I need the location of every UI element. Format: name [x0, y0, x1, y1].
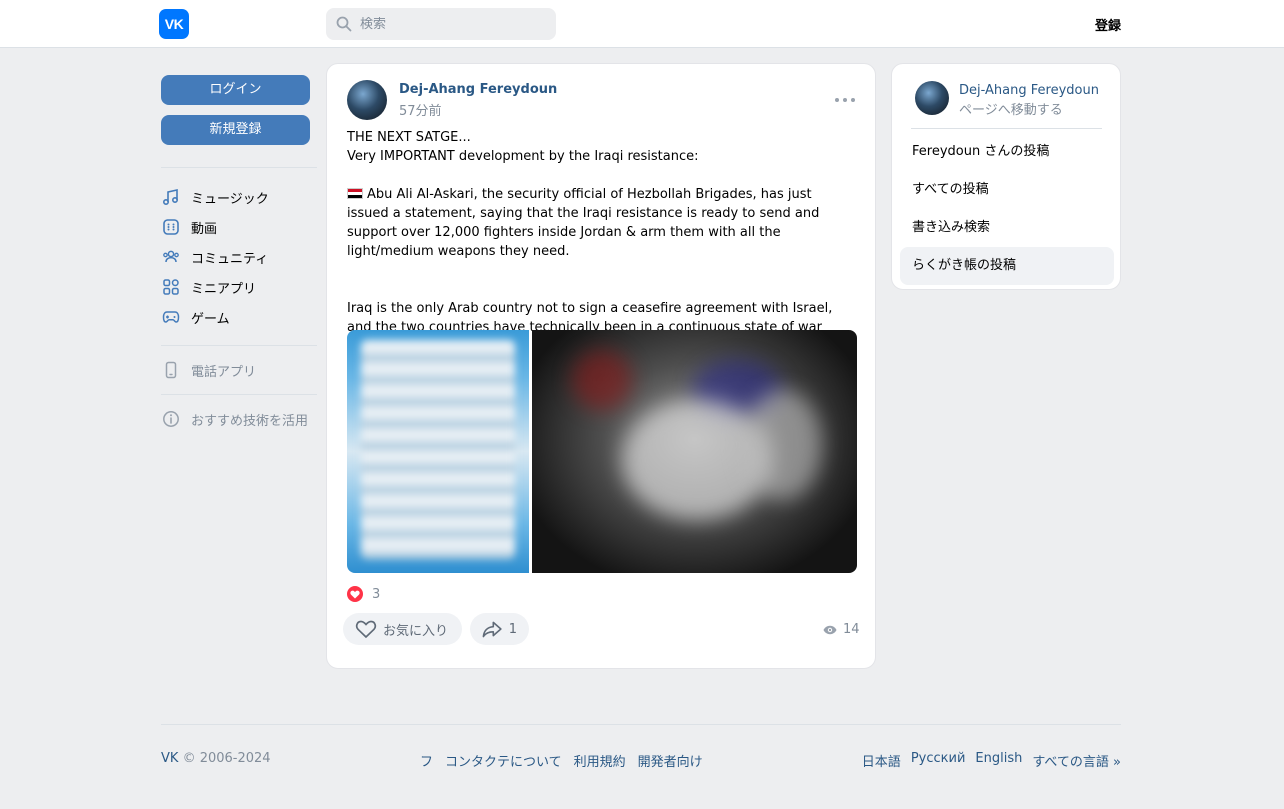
- sidebar-divider: [161, 167, 317, 168]
- language-japanese[interactable]: 日本語: [862, 751, 901, 770]
- menu-item-all-posts[interactable]: すべての投稿: [900, 171, 1114, 209]
- copyright-text: © 2006-2024: [182, 751, 271, 766]
- footer-copyright: VK © 2006-2024: [161, 751, 271, 766]
- favorite-label: お気に入り: [383, 623, 449, 639]
- sidebar-item-mini-apps[interactable]: ミニアプリ: [161, 272, 317, 302]
- sidebar-item-label: コミュニティ: [191, 251, 269, 267]
- sidebar-divider: [161, 345, 317, 346]
- post-image-1[interactable]: [347, 330, 529, 573]
- sidebar-item-label: 動画: [191, 221, 218, 237]
- post-text-intro: THE NEXT SATGE... Very IMPORTANT develop…: [347, 130, 699, 164]
- footer-link-about[interactable]: コンタクテについて: [445, 751, 562, 770]
- sidebar-item-label: ゲーム: [191, 311, 230, 327]
- post-text: THE NEXT SATGE... Very IMPORTANT develop…: [347, 128, 857, 356]
- sidebar-item-label: 電話アプリ: [191, 364, 257, 380]
- vk-logo[interactable]: VK: [159, 9, 189, 39]
- iraq-flag-icon: [347, 188, 363, 199]
- community-icon: [161, 247, 181, 267]
- footer-link-developers[interactable]: 開発者向け: [638, 751, 703, 770]
- search-box[interactable]: [326, 8, 556, 40]
- post-author-link[interactable]: Dej-Ahang Fereydoun: [399, 82, 557, 97]
- share-count: 1: [508, 621, 517, 637]
- sidebar-item-community[interactable]: コミュニティ: [161, 242, 317, 272]
- sidebar-item-label: おすすめ技術を活用: [191, 413, 309, 429]
- sidebar-item-games[interactable]: ゲーム: [161, 302, 317, 332]
- sidebar-item-video[interactable]: 動画: [161, 212, 317, 242]
- favorite-button[interactable]: お気に入り: [343, 613, 462, 645]
- info-icon: [161, 409, 181, 429]
- mini-apps-icon: [161, 277, 181, 297]
- register-link[interactable]: 登録: [1095, 15, 1121, 34]
- sidebar-item-label: ミュージック: [191, 191, 269, 207]
- goto-page-link[interactable]: ページへ移動する: [959, 99, 1063, 118]
- menu-item-search-posts[interactable]: 書き込み検索: [900, 209, 1114, 247]
- more-options-icon[interactable]: [835, 94, 855, 106]
- footer-link[interactable]: フ: [420, 751, 433, 770]
- footer-vk-link[interactable]: VK: [161, 751, 178, 766]
- video-icon: [161, 217, 181, 237]
- signup-button[interactable]: 新規登録: [161, 115, 310, 145]
- panel-divider: [911, 128, 1102, 129]
- avatar[interactable]: [347, 80, 387, 120]
- music-icon: [161, 187, 181, 207]
- sidebar-item-recommendations[interactable]: おすすめ技術を活用: [161, 404, 317, 434]
- share-button[interactable]: 1: [470, 613, 529, 645]
- language-all[interactable]: すべての言語 »: [1032, 751, 1121, 770]
- footer-divider: [161, 724, 1121, 725]
- profile-panel: Dej-Ahang Fereydoun ページへ移動する Fereydoun さ…: [891, 63, 1121, 290]
- post-timestamp[interactable]: 57分前: [399, 100, 442, 119]
- avatar[interactable]: [915, 81, 949, 115]
- footer-link-terms[interactable]: 利用規約: [574, 751, 626, 770]
- views-count: 14: [843, 622, 860, 637]
- post-text-statement: Abu Ali Al-Askari, the security official…: [347, 187, 820, 259]
- footer-links: フ コンタクテについて 利用規約 開発者向け: [420, 751, 703, 770]
- top-header: VK 登録: [0, 0, 1284, 48]
- sidebar-divider: [161, 394, 317, 395]
- language-russian[interactable]: Русский: [911, 751, 966, 770]
- search-icon: [336, 16, 352, 32]
- menu-item-wall-posts[interactable]: らくがき帳の投稿: [900, 247, 1114, 285]
- share-icon: [482, 621, 502, 638]
- sidebar-nav: ミュージック 動画 コミュニティ ミニアプリ ゲーム: [161, 182, 317, 332]
- phone-icon: [161, 360, 181, 380]
- post-card: Dej-Ahang Fereydoun 57分前 THE NEXT SATGE.…: [326, 63, 876, 669]
- login-button[interactable]: ログイン: [161, 75, 310, 105]
- eye-icon: [823, 625, 837, 634]
- heart-icon: [347, 586, 363, 602]
- likes-count: 3: [372, 586, 381, 602]
- post-image-2[interactable]: [532, 330, 857, 573]
- profile-menu: Fereydoun さんの投稿 すべての投稿 書き込み検索 らくがき帳の投稿: [900, 133, 1114, 285]
- heart-outline-icon: [355, 620, 377, 639]
- sidebar-item-phone-app[interactable]: 電話アプリ: [161, 355, 317, 385]
- menu-item-user-posts[interactable]: Fereydoun さんの投稿: [900, 133, 1114, 171]
- sidebar-item-music[interactable]: ミュージック: [161, 182, 317, 212]
- left-sidebar: ログイン 新規登録 ミュージック 動画 コミュニティ ミニアプリ ゲーム 電話ア…: [161, 75, 317, 434]
- language-english[interactable]: English: [975, 751, 1022, 770]
- sidebar-item-label: ミニアプリ: [191, 281, 257, 297]
- profile-name-link[interactable]: Dej-Ahang Fereydoun: [959, 83, 1099, 98]
- search-input[interactable]: [360, 16, 550, 32]
- footer-languages: 日本語 Русский English すべての言語 »: [862, 751, 1121, 770]
- gamepad-icon: [161, 307, 181, 327]
- footer: VK © 2006-2024 フ コンタクテについて 利用規約 開発者向け 日本…: [161, 751, 1121, 771]
- reactions-summary[interactable]: 3: [347, 586, 380, 602]
- views-counter: 14: [823, 622, 860, 637]
